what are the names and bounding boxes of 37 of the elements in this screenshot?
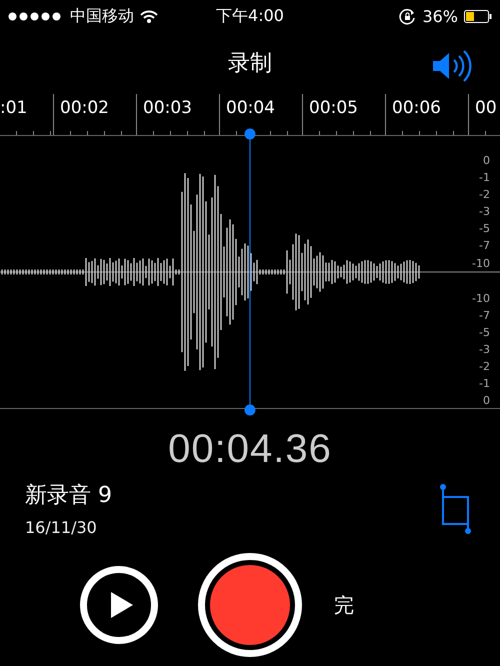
- level-label: 0: [483, 153, 490, 169]
- screen-title: 录制: [228, 50, 272, 78]
- level-label: -1: [479, 170, 490, 186]
- level-label: -2: [479, 187, 490, 204]
- speaker-icon[interactable]: [432, 49, 472, 83]
- playhead-handle[interactable]: [244, 128, 256, 416]
- battery-icon: [464, 10, 492, 22]
- play-button[interactable]: [80, 566, 158, 644]
- level-label: -10: [472, 290, 490, 307]
- time-label: :01: [0, 98, 28, 118]
- level-label: -5: [479, 221, 490, 238]
- level-label: -2: [479, 359, 490, 376]
- level-label: -7: [479, 308, 490, 324]
- level-label: -1: [479, 376, 490, 392]
- time-label: 00: [475, 98, 497, 118]
- level-label: 0: [483, 393, 490, 410]
- time-label: 00:06: [392, 98, 441, 118]
- elapsed-time: 00:04.36: [167, 427, 333, 472]
- recording-name: 新录音 9: [25, 482, 112, 510]
- wifi-icon: [140, 10, 158, 22]
- level-label: -5: [479, 324, 490, 341]
- clock-time: 下午4:00: [216, 6, 284, 26]
- time-label: 00:03: [143, 98, 192, 118]
- recording-date: 16/11/30: [25, 518, 98, 537]
- level-label: -10: [472, 256, 490, 272]
- time-label: 00:05: [309, 98, 358, 118]
- level-label: -3: [479, 342, 490, 358]
- rotation-lock-icon: [399, 8, 416, 24]
- done-button[interactable]: 完: [334, 592, 354, 618]
- level-label: -7: [479, 238, 490, 254]
- carrier-name: 中国移动: [70, 6, 134, 26]
- time-label: 00:04: [226, 98, 275, 118]
- level-label: -3: [479, 204, 490, 220]
- battery-percent: 36%: [422, 6, 458, 26]
- play-icon: [110, 592, 132, 618]
- time-label: 00:02: [60, 98, 109, 118]
- trim-icon[interactable]: [440, 484, 472, 534]
